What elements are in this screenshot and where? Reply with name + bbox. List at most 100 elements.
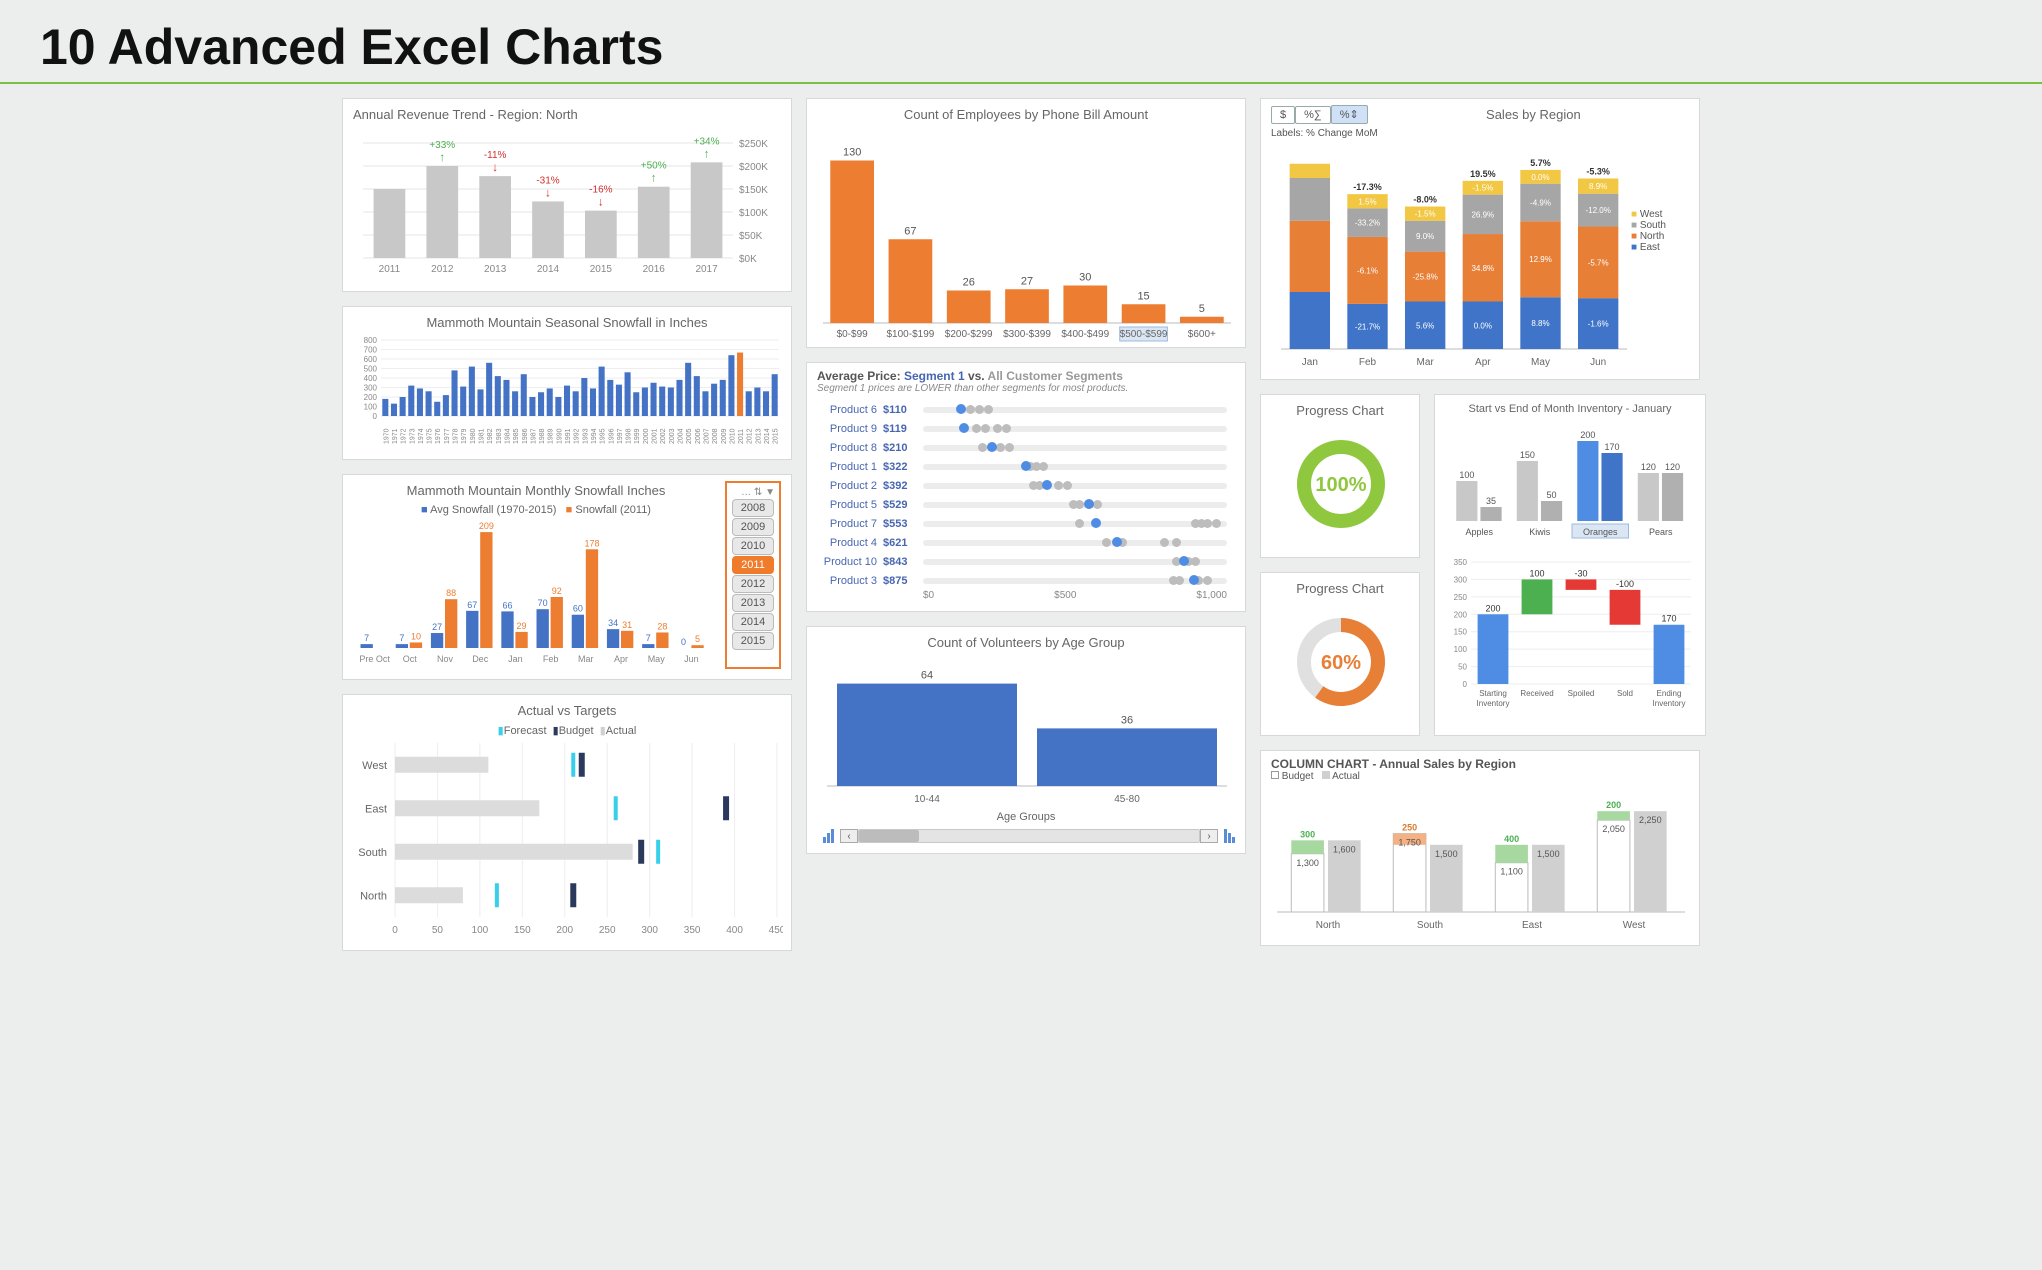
- svg-text:92: 92: [552, 586, 562, 596]
- year-2011[interactable]: 2011: [732, 556, 774, 574]
- svg-text:Oct: Oct: [403, 654, 418, 664]
- svg-text:-8.0%: -8.0%: [1413, 195, 1437, 205]
- c7-scrollbar[interactable]: ‹ ›: [817, 829, 1235, 843]
- year-2010[interactable]: 2010: [732, 537, 774, 555]
- svg-text:27: 27: [432, 622, 442, 632]
- svg-text:Feb: Feb: [1359, 357, 1377, 368]
- svg-text:28: 28: [657, 621, 667, 631]
- svg-text:1992: 1992: [574, 428, 581, 444]
- svg-text:Starting: Starting: [1479, 689, 1507, 698]
- svg-text:1990: 1990: [556, 428, 563, 444]
- svg-text:5.7%: 5.7%: [1530, 158, 1551, 168]
- bar-chart-icon[interactable]: [1224, 829, 1235, 843]
- svg-text:1989: 1989: [548, 428, 555, 444]
- svg-text:Apr: Apr: [614, 654, 628, 664]
- svg-text:8.9%: 8.9%: [1589, 182, 1607, 191]
- svg-text:1978: 1978: [453, 428, 460, 444]
- svg-text:10-44: 10-44: [914, 794, 940, 805]
- svg-text:250: 250: [1454, 593, 1468, 602]
- svg-text:$600+: $600+: [1188, 329, 1216, 340]
- svg-text:1981: 1981: [479, 428, 486, 444]
- svg-text:35: 35: [1486, 496, 1496, 506]
- c2-svg: 0100200300400500600700800197019711972197…: [353, 336, 783, 446]
- svg-text:5: 5: [1199, 303, 1205, 315]
- svg-text:200: 200: [1580, 430, 1595, 440]
- year-2009[interactable]: 2009: [732, 518, 774, 536]
- svg-text:2013: 2013: [755, 428, 762, 444]
- year-slicer: … ⇅ ▼ 20082009201020112012201320142015: [725, 481, 781, 669]
- svg-text:7: 7: [399, 633, 404, 643]
- svg-text:1991: 1991: [565, 428, 572, 444]
- svg-text:200: 200: [1485, 603, 1500, 613]
- svg-text:12.9%: 12.9%: [1529, 255, 1552, 264]
- column-1: Annual Revenue Trend - Region: North $0K…: [342, 98, 792, 951]
- bar-chart-icon[interactable]: [823, 829, 834, 843]
- c13-title: COLUMN CHART - Annual Sales by Region: [1271, 757, 1689, 771]
- svg-text:South: South: [1417, 920, 1443, 931]
- scroll-right-icon[interactable]: ›: [1200, 829, 1218, 843]
- svg-text:1995: 1995: [600, 428, 607, 444]
- year-2008[interactable]: 2008: [732, 499, 774, 517]
- c13-legend: Budget Actual: [1271, 771, 1689, 782]
- c4-svg: 050100150200250300350400450WestEastSouth…: [353, 737, 783, 937]
- svg-text:South: South: [358, 847, 387, 859]
- svg-text:64: 64: [921, 670, 933, 682]
- c8-legend: ■ West ■ South ■ North ■ East: [1631, 139, 1666, 369]
- c13-svg: 1,3001,600300North1,7501,500250South1,10…: [1271, 782, 1691, 932]
- svg-text:2011: 2011: [738, 429, 745, 444]
- c1-title: Annual Revenue Trend - Region: North: [353, 107, 781, 122]
- svg-text:27: 27: [1021, 275, 1033, 287]
- svg-text:1974: 1974: [418, 428, 425, 444]
- svg-text:1999: 1999: [634, 428, 641, 444]
- toggle-pct-total[interactable]: %∑: [1295, 106, 1331, 124]
- svg-text:50: 50: [432, 925, 444, 936]
- slicer-filter-icon[interactable]: ▼: [765, 487, 775, 498]
- toggle-dollar[interactable]: $: [1271, 106, 1295, 124]
- svg-text:600: 600: [364, 355, 378, 364]
- year-2014[interactable]: 2014: [732, 613, 774, 631]
- svg-text:↑: ↑: [651, 171, 657, 185]
- svg-text:2010: 2010: [729, 428, 736, 444]
- row-progress-and-inventory: Progress Chart 100% Progress Chart 60% S…: [1260, 394, 1700, 736]
- year-2013[interactable]: 2013: [732, 594, 774, 612]
- svg-text:100: 100: [364, 403, 378, 412]
- c7-svg: 6410-443645-80: [817, 656, 1237, 806]
- svg-text:60: 60: [573, 604, 583, 614]
- slicer-options-icon[interactable]: …: [741, 487, 754, 498]
- svg-text:2012: 2012: [431, 264, 454, 275]
- scroll-track[interactable]: [858, 829, 1200, 843]
- chart-monthly-snowfall: Mammoth Mountain Monthly Snowfall Inches…: [342, 474, 792, 680]
- svg-text:Jan: Jan: [1302, 357, 1318, 368]
- svg-text:450: 450: [769, 925, 783, 936]
- svg-text:1988: 1988: [539, 428, 546, 444]
- year-2015[interactable]: 2015: [732, 632, 774, 650]
- svg-text:200: 200: [1454, 610, 1468, 619]
- c3-svg: 7Pre Oct710Oct2788Nov67209Dec6629Jan7092…: [353, 516, 713, 666]
- svg-text:60%: 60%: [1321, 652, 1361, 674]
- svg-text:-25.8%: -25.8%: [1412, 273, 1437, 282]
- toggle-pct-change[interactable]: %⇕: [1331, 105, 1368, 124]
- svg-text:-5.7%: -5.7%: [1588, 258, 1609, 267]
- column-3: $%∑%⇕ Labels: % Change MoM Sales by Regi…: [1260, 98, 1700, 946]
- svg-text:Apples: Apples: [1465, 527, 1493, 537]
- svg-text:Jun: Jun: [684, 654, 699, 664]
- svg-text:1,500: 1,500: [1537, 849, 1560, 859]
- scroll-left-icon[interactable]: ‹: [840, 829, 858, 843]
- svg-text:Apr: Apr: [1475, 357, 1491, 368]
- svg-text:10: 10: [411, 631, 421, 641]
- svg-text:400: 400: [364, 374, 378, 383]
- c2-title: Mammoth Mountain Seasonal Snowfall in In…: [353, 315, 781, 330]
- svg-text:↓: ↓: [598, 195, 604, 209]
- svg-text:200: 200: [1606, 800, 1621, 810]
- svg-text:300: 300: [641, 925, 658, 936]
- svg-text:0: 0: [373, 412, 378, 421]
- c12-svg: 050100150200250300350200StartingInventor…: [1445, 554, 1695, 714]
- slicer-sort-icon[interactable]: ⇅: [754, 487, 765, 498]
- svg-text:0: 0: [1463, 680, 1468, 689]
- svg-text:45-80: 45-80: [1114, 794, 1140, 805]
- svg-text:50: 50: [1547, 490, 1557, 500]
- svg-text:-5.3%: -5.3%: [1586, 166, 1610, 176]
- svg-text:May: May: [648, 654, 666, 664]
- year-2012[interactable]: 2012: [732, 575, 774, 593]
- svg-text:26: 26: [963, 277, 975, 289]
